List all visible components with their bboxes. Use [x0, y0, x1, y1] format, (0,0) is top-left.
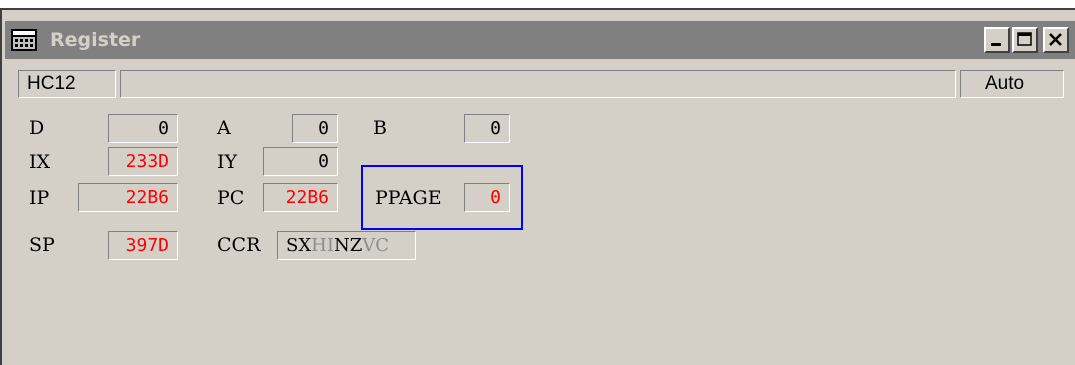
ccr-flag-s[interactable]: S [286, 235, 298, 256]
minimize-icon [991, 43, 1001, 46]
ccr-flag-i[interactable]: I [327, 235, 334, 256]
register-window-icon [11, 29, 37, 51]
minimize-button[interactable] [984, 27, 1010, 53]
cpu-label: HC12 [27, 73, 76, 94]
ccr-flag-x[interactable]: X [298, 235, 311, 256]
mode-label: Auto [985, 73, 1025, 94]
mode-selector[interactable]: Auto [960, 70, 1064, 98]
register-sp-value[interactable]: 397D [108, 231, 178, 260]
register-ix-value[interactable]: 233D [108, 147, 178, 176]
ccr-flag-z[interactable]: Z [350, 235, 363, 256]
ccr-flag-n[interactable]: N [334, 235, 350, 256]
register-a-value[interactable]: 0 [292, 114, 338, 143]
register-ccr-flags[interactable]: SXHINZVC [277, 231, 416, 260]
maximize-icon [1017, 32, 1032, 46]
register-b-label: B [373, 117, 387, 139]
register-pc-value[interactable]: 22B6 [263, 183, 338, 212]
register-ip-value[interactable]: 22B6 [78, 183, 178, 212]
ppage-highlight-box [361, 165, 523, 230]
register-d-value[interactable]: 0 [108, 114, 178, 143]
register-ip-label: IP [29, 187, 50, 209]
window-border-top [0, 8, 1075, 10]
register-iy-label: IY [217, 151, 238, 173]
register-pc-label: PC [217, 187, 245, 209]
ccr-flag-v[interactable]: V [362, 235, 375, 256]
close-icon [1049, 33, 1062, 46]
window-border-left [0, 8, 2, 365]
register-sp-label: SP [29, 234, 55, 256]
register-d-label: D [29, 117, 45, 139]
title-bar[interactable] [5, 21, 1075, 59]
status-field [120, 70, 956, 98]
maximize-button[interactable] [1012, 27, 1038, 53]
register-iy-value[interactable]: 0 [263, 147, 338, 176]
register-ix-label: IX [29, 151, 51, 173]
ccr-flag-h[interactable]: H [311, 235, 327, 256]
register-ccr-label: CCR [217, 234, 261, 256]
ccr-flag-c[interactable]: C [375, 235, 389, 256]
register-b-value[interactable]: 0 [464, 114, 510, 143]
window-title: Register [50, 29, 141, 51]
cpu-selector[interactable]: HC12 [18, 70, 116, 98]
close-button[interactable] [1043, 27, 1069, 53]
register-a-label: A [217, 117, 231, 139]
